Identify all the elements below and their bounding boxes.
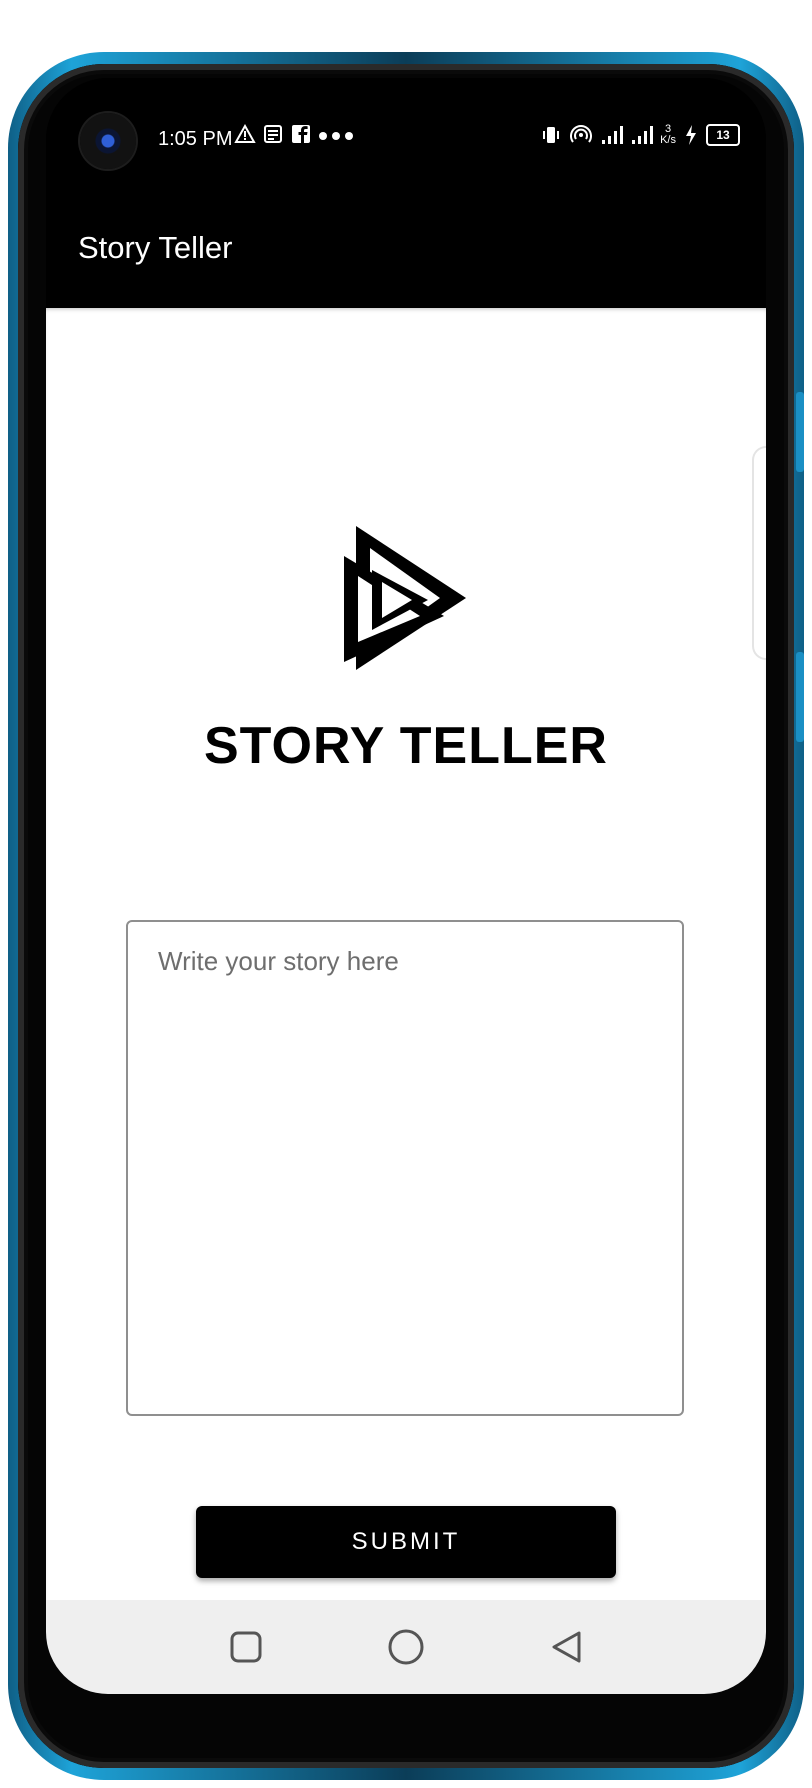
back-button[interactable] xyxy=(536,1617,596,1677)
submit-button[interactable]: SUBMIT xyxy=(196,1506,616,1578)
data-speed-icon: 3 K/s xyxy=(660,124,676,146)
recents-icon xyxy=(230,1631,262,1663)
data-speed-unit: K/s xyxy=(660,134,676,146)
power-button xyxy=(796,652,804,742)
news-icon xyxy=(262,124,284,146)
signal-icon xyxy=(600,124,624,146)
battery-icon: 13 xyxy=(706,124,740,146)
status-bar: 1:05 PM 3 K/s 13 xyxy=(46,78,766,188)
app-title: Story Teller xyxy=(78,230,233,265)
front-camera xyxy=(80,113,136,169)
screen: 1:05 PM 3 K/s 13 Story Teller STORY TELL… xyxy=(46,78,766,1694)
navigation-bar xyxy=(46,1600,766,1694)
main-content: STORY TELLER SUBMIT xyxy=(46,308,766,1600)
recents-button[interactable] xyxy=(216,1617,276,1677)
page-title: STORY TELLER xyxy=(204,717,608,775)
facebook-icon xyxy=(290,124,312,146)
vibrate-icon xyxy=(540,124,562,146)
signal-icon xyxy=(630,124,654,146)
story-input[interactable] xyxy=(126,920,684,1416)
play-triangles-logo-icon xyxy=(344,526,466,670)
status-time: 1:05 PM xyxy=(158,128,233,150)
system-icons: 3 K/s 13 xyxy=(540,124,740,146)
home-button[interactable] xyxy=(376,1617,436,1677)
edge-panel-handle[interactable] xyxy=(752,446,766,660)
volume-button xyxy=(796,392,804,472)
hotspot-icon xyxy=(570,124,593,146)
notification-icons xyxy=(234,123,354,146)
more-dots-icon xyxy=(318,124,354,146)
warning-icon xyxy=(234,123,256,146)
charging-icon xyxy=(684,124,698,146)
back-icon xyxy=(552,1631,581,1663)
app-bar: Story Teller xyxy=(46,188,766,308)
home-icon xyxy=(388,1629,424,1665)
